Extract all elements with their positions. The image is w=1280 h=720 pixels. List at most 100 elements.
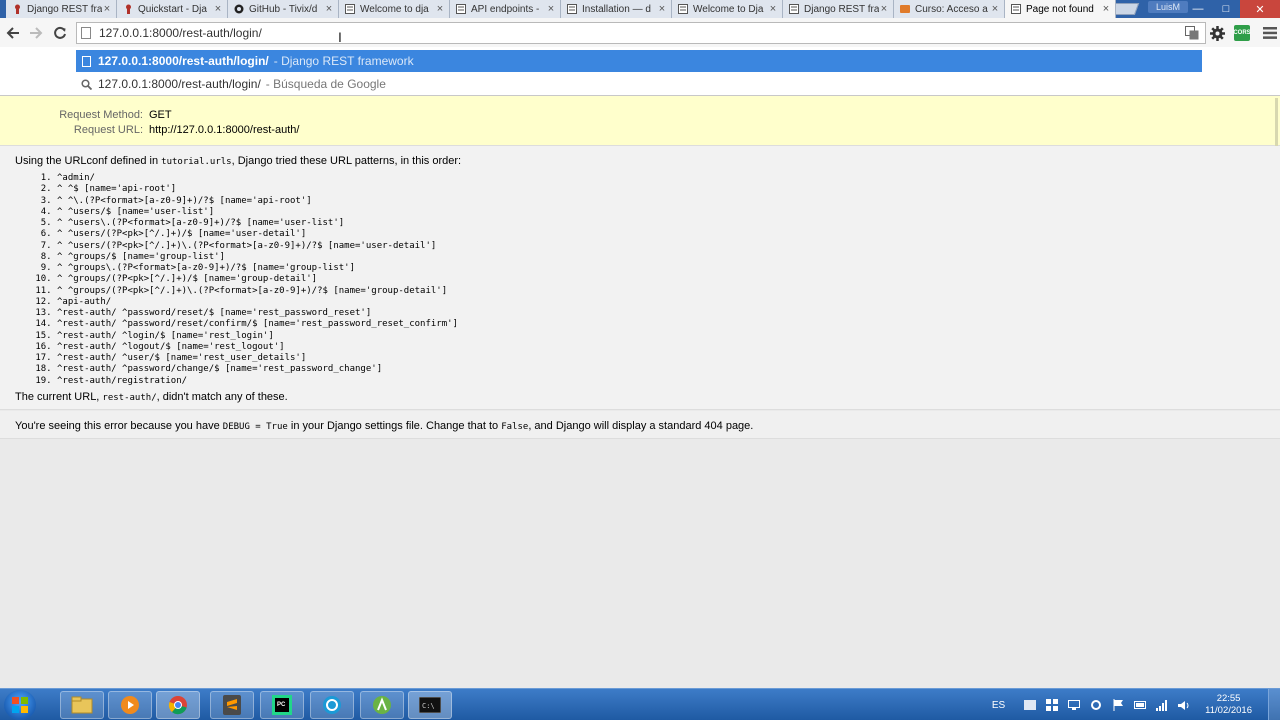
tab-close-icon[interactable]: × bbox=[879, 3, 889, 15]
sublime-text-icon[interactable] bbox=[210, 691, 254, 719]
tab-close-icon[interactable]: × bbox=[546, 3, 556, 15]
tab-7[interactable]: Django REST fra × bbox=[783, 0, 894, 18]
tab-2[interactable]: GitHub - Tivix/d × bbox=[228, 0, 339, 18]
show-desktop-button[interactable] bbox=[1268, 689, 1280, 720]
language-indicator[interactable]: ES bbox=[992, 700, 1005, 711]
menu-icon[interactable] bbox=[1262, 25, 1278, 41]
window-controls: — □ ✕ bbox=[1184, 0, 1280, 18]
url-pattern: ^ ^users/(?P<pk>[^/.]+)/$ [name='user-de… bbox=[57, 229, 458, 240]
pycharm-icon[interactable]: PC bbox=[260, 691, 304, 719]
media-player-icon[interactable] bbox=[108, 691, 152, 719]
tab-strip: Django REST fra × Quickstart - Dja × Git… bbox=[0, 0, 1280, 18]
tab-close-icon[interactable]: × bbox=[1101, 3, 1111, 15]
android-studio-icon[interactable] bbox=[360, 691, 404, 719]
cors-extension-icon[interactable]: CORS bbox=[1233, 25, 1251, 41]
address-bar[interactable] bbox=[76, 22, 1206, 44]
text-cursor-icon: I bbox=[338, 29, 342, 45]
tab-8[interactable]: Curso: Acceso a × bbox=[894, 0, 1005, 18]
suggestion-history[interactable]: 127.0.0.1:8000/rest-auth/login/ - Django… bbox=[76, 50, 1202, 72]
tab-9-active[interactable]: Page not found × bbox=[1005, 0, 1116, 18]
clock-time: 22:55 bbox=[1216, 693, 1241, 704]
url-input[interactable] bbox=[99, 26, 599, 40]
tab-4[interactable]: API endpoints - × bbox=[450, 0, 561, 18]
doc-icon bbox=[345, 4, 355, 14]
settings-icon[interactable] bbox=[1209, 25, 1225, 41]
doc-icon bbox=[678, 4, 688, 14]
tab-1[interactable]: Quickstart - Dja × bbox=[117, 0, 228, 18]
reload-button[interactable] bbox=[50, 23, 70, 43]
windows-update-icon[interactable] bbox=[1045, 698, 1059, 712]
clock-date: 11/02/2016 bbox=[1205, 705, 1252, 716]
debug-message: You're seeing this error because you hav… bbox=[15, 420, 754, 432]
settings-tray-icon[interactable] bbox=[1089, 698, 1103, 712]
urlconf-intro: Using the URLconf defined in tutorial.ur… bbox=[15, 155, 462, 167]
tab-close-icon[interactable]: × bbox=[213, 3, 223, 15]
translate-icon[interactable] bbox=[1184, 25, 1200, 41]
url-pattern: ^rest-auth/registration/ bbox=[57, 376, 458, 387]
error-summary: Request Method: GET Request URL: http://… bbox=[0, 96, 1280, 146]
tab-close-icon[interactable]: × bbox=[657, 3, 667, 15]
start-button[interactable] bbox=[4, 690, 36, 720]
github-icon bbox=[234, 4, 244, 14]
page-icon bbox=[81, 27, 91, 39]
maximize-button[interactable]: □ bbox=[1212, 0, 1240, 18]
terminal-icon[interactable]: C:\ bbox=[408, 691, 452, 719]
suggestion-title: - Django REST framework bbox=[273, 54, 414, 68]
forward-button[interactable] bbox=[26, 23, 46, 43]
clock[interactable]: 22:55 11/02/2016 bbox=[1205, 693, 1252, 717]
request-method-value: GET bbox=[149, 109, 172, 121]
profile-button[interactable]: LuisM bbox=[1148, 1, 1188, 13]
windows-logo-icon bbox=[12, 697, 28, 713]
tab-close-icon[interactable]: × bbox=[324, 3, 334, 15]
tab-close-icon[interactable]: × bbox=[768, 3, 778, 15]
url-pattern: ^ ^$ [name='api-root'] bbox=[57, 184, 458, 195]
svg-text:C:\: C:\ bbox=[422, 702, 435, 710]
url-pattern: ^admin/ bbox=[57, 173, 458, 184]
back-button[interactable] bbox=[3, 23, 23, 43]
monitor-icon[interactable] bbox=[1067, 698, 1081, 712]
close-window-button[interactable]: ✕ bbox=[1240, 0, 1280, 18]
tab-title: Django REST fra bbox=[804, 3, 879, 15]
tab-6[interactable]: Welcome to Dja × bbox=[672, 0, 783, 18]
tab-close-icon[interactable]: × bbox=[435, 3, 445, 15]
volume-icon[interactable] bbox=[1177, 698, 1191, 712]
signal-icon[interactable] bbox=[1155, 698, 1169, 712]
url-pattern: ^ ^users/$ [name='user-list'] bbox=[57, 207, 458, 218]
tab-title: Page not found bbox=[1026, 3, 1094, 15]
url-pattern: ^ ^groups/(?P<pk>[^/.]+)\.(?P<format>[a-… bbox=[57, 286, 458, 297]
suggestion-url: 127.0.0.1:8000/rest-auth/login/ bbox=[98, 54, 269, 68]
url-pattern: ^rest-auth/ ^user/$ [name='rest_user_det… bbox=[57, 353, 458, 364]
explorer-icon[interactable] bbox=[60, 691, 104, 719]
battery-icon[interactable] bbox=[1133, 698, 1147, 712]
doc-icon bbox=[456, 4, 466, 14]
suggestion-title: - Búsqueda de Google bbox=[265, 77, 386, 91]
django-icon bbox=[123, 4, 133, 14]
request-method-label: Request Method: bbox=[59, 109, 143, 121]
tab-5[interactable]: Installation — d × bbox=[561, 0, 672, 18]
flag-icon[interactable] bbox=[1111, 698, 1125, 712]
chrome-icon[interactable] bbox=[156, 691, 200, 719]
suggestion-search[interactable]: 127.0.0.1:8000/rest-auth/login/ - Búsque… bbox=[76, 73, 1202, 95]
url-pattern-list: ^admin/ ^ ^$ [name='api-root'] ^ ^\.(?P<… bbox=[57, 173, 458, 387]
tab-title: Django REST fra bbox=[27, 3, 102, 15]
tab-0[interactable]: Django REST fra × bbox=[6, 0, 117, 18]
current-url-message: The current URL, rest-auth/, didn't matc… bbox=[15, 391, 288, 403]
tab-title: GitHub - Tivix/d bbox=[249, 3, 318, 15]
tab-title: Installation — d bbox=[582, 3, 651, 15]
doc-icon bbox=[1011, 4, 1021, 14]
system-tray: ES 22:55 11/02/2016 bbox=[992, 689, 1280, 720]
suggestion-url: 127.0.0.1:8000/rest-auth/login/ bbox=[98, 77, 261, 91]
tab-close-icon[interactable]: × bbox=[102, 3, 112, 15]
url-pattern: ^ ^groups\.(?P<format>[a-z0-9]+)/?$ [nam… bbox=[57, 263, 458, 274]
network-app-icon[interactable] bbox=[310, 691, 354, 719]
tab-title: Welcome to dja bbox=[360, 3, 429, 15]
omnibox-suggestions: 127.0.0.1:8000/rest-auth/login/ - Django… bbox=[0, 47, 1280, 96]
tab-3[interactable]: Welcome to dja × bbox=[339, 0, 450, 18]
scrollbar[interactable] bbox=[1275, 98, 1278, 146]
onedrive-icon[interactable] bbox=[1023, 698, 1037, 712]
tab-title: Welcome to Dja bbox=[693, 3, 764, 15]
search-icon bbox=[80, 78, 92, 90]
url-pattern: ^rest-auth/ ^logout/$ [name='rest_logout… bbox=[57, 342, 458, 353]
tab-close-icon[interactable]: × bbox=[990, 3, 1000, 15]
minimize-button[interactable]: — bbox=[1184, 0, 1212, 18]
